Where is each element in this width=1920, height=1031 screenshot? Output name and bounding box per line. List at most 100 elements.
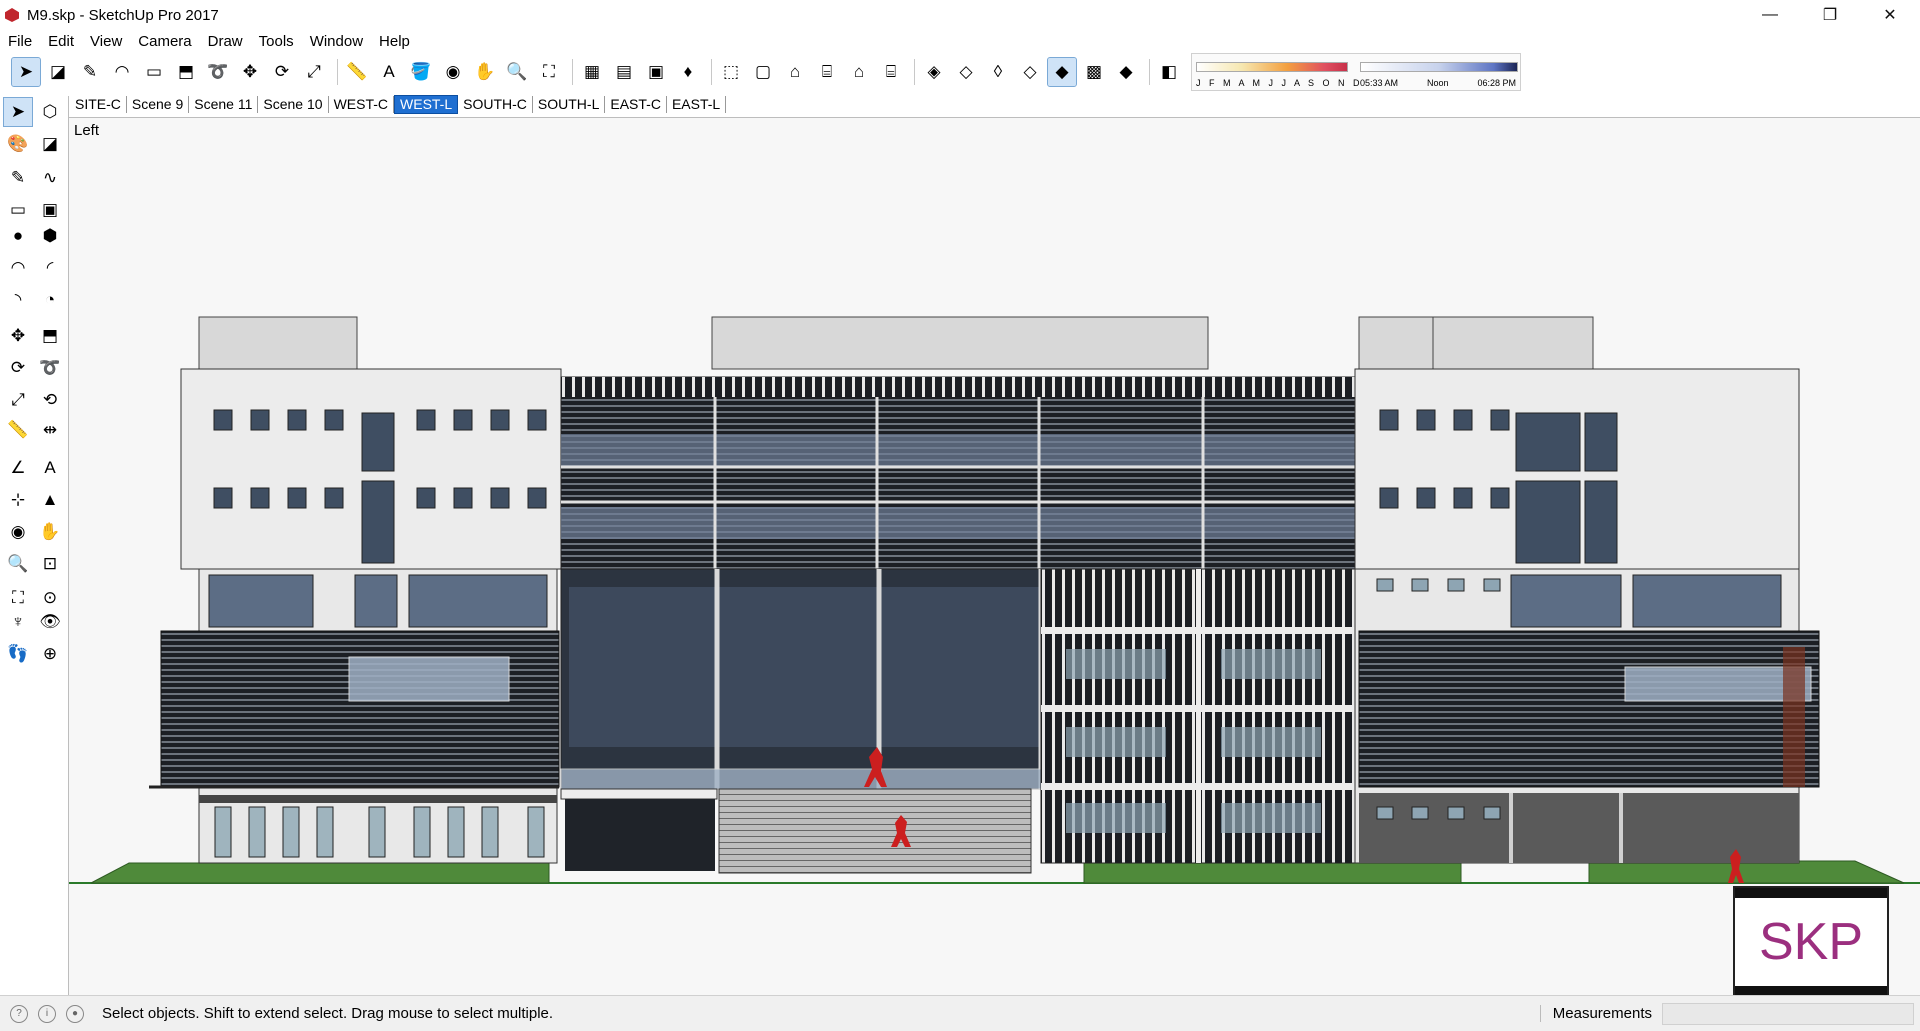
look-around-icon[interactable]: 👁 [36, 608, 64, 636]
shadow-date-slider[interactable]: J F M A M J J A S O N D [1196, 60, 1360, 88]
menu-file[interactable]: File [0, 33, 40, 50]
wireframe-icon[interactable]: ◊ [984, 58, 1012, 86]
pie-icon[interactable]: ◔ [36, 286, 64, 314]
orbit-icon[interactable]: ◉ [439, 58, 467, 86]
move-icon[interactable]: ✥ [236, 58, 264, 86]
shadow-time-slider[interactable]: 05:33 AM Noon 06:28 PM [1360, 60, 1518, 88]
menu-draw[interactable]: Draw [200, 33, 251, 50]
scale-icon[interactable]: ⤢ [300, 58, 328, 86]
front-view-icon[interactable]: ⌂ [781, 58, 809, 86]
text-icon[interactable]: A [375, 58, 403, 86]
protractor-icon[interactable]: ∠ [4, 454, 32, 482]
share-model-icon[interactable]: ▤ [610, 58, 638, 86]
paint-bucket-icon[interactable]: 🎨 [4, 130, 32, 158]
arc-icon[interactable]: ◠ [4, 254, 32, 282]
text-icon[interactable]: A [36, 454, 64, 482]
scene-tab-south-c[interactable]: SOUTH-C [458, 95, 533, 113]
paint-bucket-icon[interactable]: 🪣 [407, 58, 435, 86]
left-view-icon[interactable]: ⌸ [877, 58, 905, 86]
extension-warehouse-icon[interactable]: ▣ [642, 58, 670, 86]
back-edges-icon[interactable]: ◇ [952, 58, 980, 86]
xray-icon[interactable]: ◈ [920, 58, 948, 86]
scene-tab-east-l[interactable]: EAST-L [667, 95, 727, 113]
measurements-input[interactable] [1662, 1002, 1914, 1025]
make-component-icon[interactable]: ⬡ [36, 98, 64, 126]
iso-view-icon[interactable]: ⬚ [717, 58, 745, 86]
move-icon[interactable]: ✥ [4, 322, 32, 350]
top-view-icon[interactable]: ▢ [749, 58, 777, 86]
menu-edit[interactable]: Edit [40, 33, 82, 50]
select-icon[interactable]: ➤ [11, 57, 41, 87]
lawn-center [1083, 860, 1462, 884]
building-elevation-model[interactable] [69, 117, 1920, 995]
three-point-arc-icon[interactable]: ◝ [4, 286, 32, 314]
zoom-icon[interactable]: 🔍 [503, 58, 531, 86]
push-pull-icon[interactable]: ⬒ [36, 322, 64, 350]
select-icon[interactable]: ➤ [3, 97, 33, 127]
warehouse-icon[interactable]: ▦ [578, 58, 606, 86]
line-icon[interactable]: ✎ [4, 164, 32, 192]
dimension-icon[interactable]: ⇹ [36, 416, 64, 444]
rotated-rectangle-icon[interactable]: ▣ [36, 196, 64, 224]
eraser-icon[interactable]: ◪ [36, 130, 64, 158]
shadows-icon[interactable]: ◧ [1155, 58, 1183, 86]
scene-tab-west-l[interactable]: WEST-L [394, 94, 459, 114]
scene-tab-site-c[interactable]: SITE-C [70, 95, 127, 113]
follow-me-icon[interactable]: ➰ [204, 58, 232, 86]
menu-tools[interactable]: Tools [251, 33, 302, 50]
rectangle-icon[interactable]: ▭ [140, 58, 168, 86]
offset-icon[interactable]: ⟲ [36, 386, 64, 414]
pan-icon[interactable]: ✋ [36, 518, 64, 546]
zoom-window-icon[interactable]: ⊡ [36, 550, 64, 578]
two-point-arc-icon[interactable]: ◜ [36, 254, 64, 282]
polygon-icon[interactable]: ⬢ [36, 222, 64, 250]
monochrome-icon[interactable]: ◆ [1112, 58, 1140, 86]
scene-tab-west-c[interactable]: WEST-C [329, 95, 395, 113]
zoom-extents-icon[interactable]: ⛶ [535, 58, 563, 86]
menu-camera[interactable]: Camera [130, 33, 199, 50]
circle-icon[interactable]: ● [4, 222, 32, 250]
menu-help[interactable]: Help [371, 33, 418, 50]
right-view-icon[interactable]: ⌸ [813, 58, 841, 86]
follow-me-icon[interactable]: ➰ [36, 354, 64, 382]
lower-left-louvers [160, 630, 560, 788]
eraser-icon[interactable]: ◪ [44, 58, 72, 86]
scene-tab-scene-9[interactable]: Scene 9 [127, 95, 190, 113]
tape-measure-icon[interactable]: 📏 [343, 58, 371, 86]
minimize-button[interactable]: — [1740, 0, 1800, 30]
orbit-icon[interactable]: ◉ [4, 518, 32, 546]
scene-tab-south-l[interactable]: SOUTH-L [533, 95, 606, 113]
rectangle-icon[interactable]: ▭ [4, 196, 32, 224]
scene-tab-scene-11[interactable]: Scene 11 [189, 95, 259, 113]
maximize-button[interactable]: ❐ [1800, 0, 1860, 30]
scale-icon[interactable]: ⤢ [4, 386, 32, 414]
back-view-icon[interactable]: ⌂ [845, 58, 873, 86]
rotate-icon[interactable]: ⟳ [4, 354, 32, 382]
3d-text-icon[interactable]: ▲ [36, 486, 64, 514]
section-plane-icon[interactable]: ⊕ [36, 640, 64, 668]
freehand-icon[interactable]: ∿ [36, 164, 64, 192]
walk-icon[interactable]: 👣 [4, 640, 32, 668]
ruby-icon[interactable]: ♦ [674, 58, 702, 86]
pan-icon[interactable]: ✋ [471, 58, 499, 86]
credits-icon[interactable]: i [38, 1004, 56, 1023]
menu-window[interactable]: Window [302, 33, 371, 50]
user-account-icon[interactable]: ● [66, 1004, 84, 1023]
scene-tab-east-c[interactable]: EAST-C [605, 95, 667, 113]
axes-icon[interactable]: ⊹ [4, 486, 32, 514]
shaded-icon[interactable]: ◆ [1047, 57, 1077, 87]
scene-tab-scene-10[interactable]: Scene 10 [258, 95, 329, 113]
scene-tabs: SITE-C Scene 9 Scene 11 Scene 10 WEST-C … [70, 92, 727, 116]
position-camera-icon[interactable]: ♆ [4, 608, 32, 636]
push-pull-icon[interactable]: ⬒ [172, 58, 200, 86]
pencil-icon[interactable]: ✎ [76, 58, 104, 86]
shaded-textures-icon[interactable]: ▩ [1080, 58, 1108, 86]
geo-location-icon[interactable]: ? [10, 1004, 28, 1023]
tape-measure-icon[interactable]: 📏 [4, 416, 32, 444]
zoom-icon[interactable]: 🔍 [4, 550, 32, 578]
close-button[interactable]: ✕ [1860, 0, 1920, 30]
rotate-icon[interactable]: ⟳ [268, 58, 296, 86]
menu-view[interactable]: View [82, 33, 130, 50]
hidden-line-icon[interactable]: ◇ [1016, 58, 1044, 86]
arc-icon[interactable]: ◠ [108, 58, 136, 86]
